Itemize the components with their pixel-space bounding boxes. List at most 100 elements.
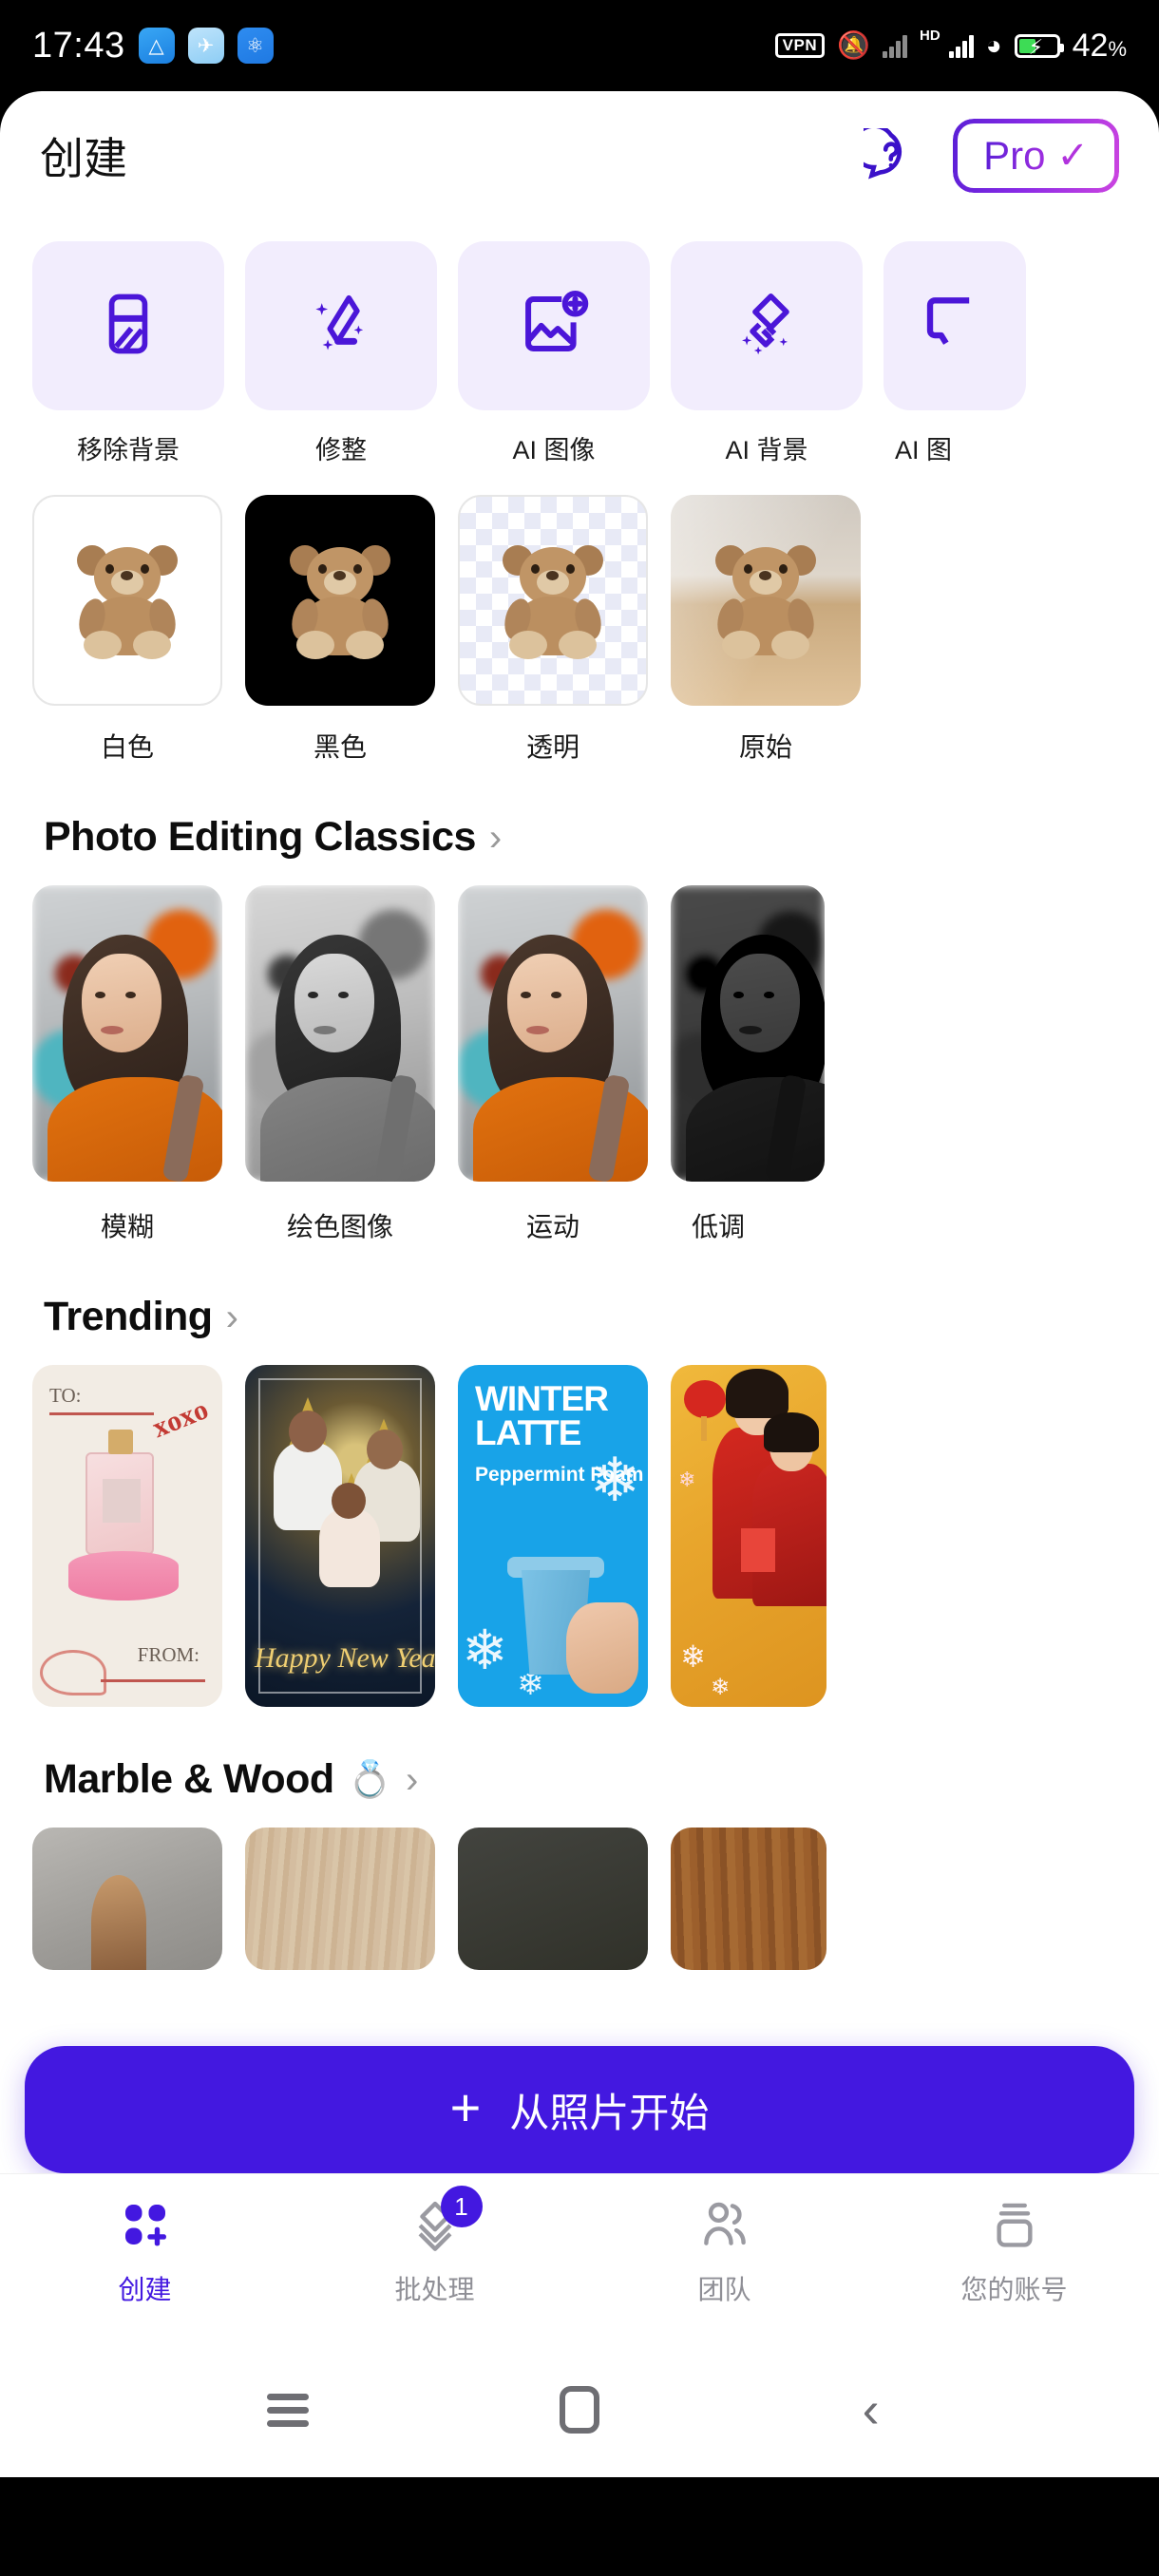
woman-portrait-image <box>671 885 825 1182</box>
chevron-right-icon[interactable]: › <box>489 819 502 857</box>
tools-strip[interactable]: 移除背景 修整 AI 图像 AI 背景 AI 图 <box>0 220 1159 466</box>
woman-portrait-image <box>32 885 222 1182</box>
section-header-trending[interactable]: Trending › <box>0 1244 1159 1365</box>
status-bar-left: 17:43 △ ✈ ⚛ <box>32 26 274 66</box>
tool-remove-background[interactable]: 移除背景 <box>32 241 224 466</box>
marble-wood-thumbnail[interactable] <box>32 1828 222 1970</box>
section-title: Trending <box>44 1294 213 1339</box>
marble-wood-row[interactable] <box>0 1828 1159 1970</box>
layers-sparkle-icon <box>731 288 803 365</box>
tool-retouch[interactable]: 修整 <box>245 241 437 466</box>
tool-ai-extra[interactable]: AI 图 <box>884 241 1026 466</box>
classics-item-blur[interactable]: 模糊 <box>32 885 222 1244</box>
bg-option-black[interactable]: 黑色 <box>245 495 435 765</box>
tool-label: 移除背景 <box>77 436 180 464</box>
valentine-from-label: FROM: <box>137 1643 200 1666</box>
status-bar-right: VPN 🔕 HD ◕ ⚡ 42% <box>774 27 1127 65</box>
wifi-icon: ◕ <box>985 30 1002 60</box>
classics-row[interactable]: 模糊 绘色图像 运动 低调 <box>0 885 1159 1244</box>
trending-row[interactable]: TO: xoxo FROM: Happy New Year WINTER LATT… <box>0 1365 1159 1707</box>
bottom-navigation[interactable]: 创建 1 批处理 团队 您的账号 <box>0 2173 1159 2342</box>
classics-label: 绘色图像 <box>286 1212 393 1241</box>
vpn-icon: VPN <box>774 33 826 58</box>
classics-thumbnail[interactable] <box>458 885 648 1182</box>
tool-card[interactable] <box>671 241 863 410</box>
trending-card-valentine[interactable]: TO: xoxo FROM: <box>32 1365 222 1707</box>
tool-label: AI 图像 <box>512 436 596 464</box>
bg-thumbnail[interactable] <box>458 495 648 706</box>
bg-thumbnail[interactable] <box>32 495 222 706</box>
bg-option-label: 白色 <box>100 732 154 762</box>
classics-thumbnail[interactable] <box>245 885 435 1182</box>
status-bar: 17:43 △ ✈ ⚛ VPN 🔕 HD ◕ ⚡ 42% <box>0 0 1159 91</box>
bg-option-original[interactable]: 原始 <box>671 495 861 765</box>
section-header-marble-wood[interactable]: Marble & Wood 💍 › <box>0 1707 1159 1828</box>
chevron-right-icon[interactable]: › <box>406 1761 418 1799</box>
chinese-new-year-template-image: ❄ ❄ ❄ <box>671 1365 826 1707</box>
batch-badge: 1 <box>440 2186 483 2227</box>
appstore-icon: △ <box>138 28 175 64</box>
classics-item-lowkey[interactable]: 低调 <box>671 885 825 1244</box>
chevron-right-icon[interactable]: › <box>226 1298 238 1336</box>
home-icon[interactable] <box>537 2367 622 2453</box>
woman-portrait-image <box>458 885 648 1182</box>
marble-wood-thumbnail[interactable] <box>458 1828 648 1970</box>
recents-icon[interactable] <box>245 2367 331 2453</box>
tool-card[interactable] <box>884 241 1026 410</box>
grid-plus-icon <box>119 2195 172 2254</box>
classics-thumbnail[interactable] <box>32 885 222 1182</box>
woman-portrait-image <box>245 885 435 1182</box>
nav-label: 您的账号 <box>960 2275 1068 2304</box>
help-question-icon[interactable] <box>862 126 921 185</box>
pro-button[interactable]: Pro ✓ <box>953 119 1119 193</box>
nav-item-account[interactable]: 您的账号 <box>869 2195 1159 2307</box>
section-header-classics[interactable]: Photo Editing Classics › <box>0 765 1159 885</box>
trending-card-new-year[interactable]: Happy New Year <box>245 1365 435 1707</box>
background-options-row[interactable]: 白色 黑色 透明 原始 <box>0 466 1159 765</box>
hd-icon: HD <box>920 27 940 44</box>
signal-icon-secondary <box>883 33 908 58</box>
trending-card-chinese-new-year[interactable]: ❄ ❄ ❄ <box>671 1365 826 1707</box>
valentine-template-image: TO: xoxo FROM: <box>32 1365 222 1707</box>
classics-item-motion[interactable]: 运动 <box>458 885 648 1244</box>
marble-wood-thumbnail[interactable] <box>671 1828 826 1970</box>
teddy-bear-image <box>287 540 393 661</box>
valentine-xoxo-text: xoxo <box>147 1392 213 1445</box>
status-bar-clock: 17:43 <box>32 25 125 66</box>
app-header: 创建 Pro ✓ <box>0 91 1159 220</box>
winter-latte-template-image: WINTER LATTE Peppermint Foam ❄ ❄ ❄ <box>458 1365 648 1707</box>
bg-option-transparent[interactable]: 透明 <box>458 495 648 765</box>
marble-wood-thumbnail[interactable] <box>245 1828 435 1970</box>
pro-label: Pro <box>983 133 1046 178</box>
nav-item-create[interactable]: 创建 <box>0 2195 290 2307</box>
bg-option-label: 透明 <box>525 732 580 762</box>
retouch-sparkle-icon <box>305 288 377 365</box>
bg-thumbnail[interactable] <box>671 495 861 706</box>
classics-thumbnail[interactable] <box>671 885 825 1182</box>
people-icon <box>698 2195 751 2254</box>
new-year-greeting-text: Happy New Year <box>255 1642 435 1674</box>
tool-card[interactable] <box>32 241 224 410</box>
trending-card-winter-latte[interactable]: WINTER LATTE Peppermint Foam ❄ ❄ ❄ <box>458 1365 648 1707</box>
cloud-icon: ⚛ <box>237 28 274 64</box>
winter-latte-title: WINTER LATTE <box>475 1379 609 1452</box>
bg-option-label: 原始 <box>738 732 792 762</box>
tool-card[interactable] <box>245 241 437 410</box>
blossom-icon: ❄ <box>678 1468 696 1491</box>
nav-item-batch[interactable]: 1 批处理 <box>290 2186 580 2307</box>
account-card-icon <box>988 2195 1041 2254</box>
plus-icon: + <box>449 2077 482 2137</box>
back-icon[interactable]: ‹ <box>828 2367 914 2453</box>
eraser-icon <box>92 288 164 365</box>
nav-item-teams[interactable]: 团队 <box>580 2195 869 2307</box>
tool-card[interactable] <box>458 241 650 410</box>
start-from-photo-button[interactable]: + 从照片开始 <box>25 2046 1134 2173</box>
classics-item-colorize[interactable]: 绘色图像 <box>245 885 435 1244</box>
tool-ai-background[interactable]: AI 背景 <box>671 241 863 466</box>
teddy-bear-image <box>74 540 180 661</box>
tool-ai-image[interactable]: AI 图像 <box>458 241 650 466</box>
bg-thumbnail[interactable] <box>245 495 435 706</box>
android-navigation-bar[interactable]: ‹ <box>0 2342 1159 2477</box>
bg-option-white[interactable]: 白色 <box>32 495 222 765</box>
signal-icon <box>948 33 974 58</box>
